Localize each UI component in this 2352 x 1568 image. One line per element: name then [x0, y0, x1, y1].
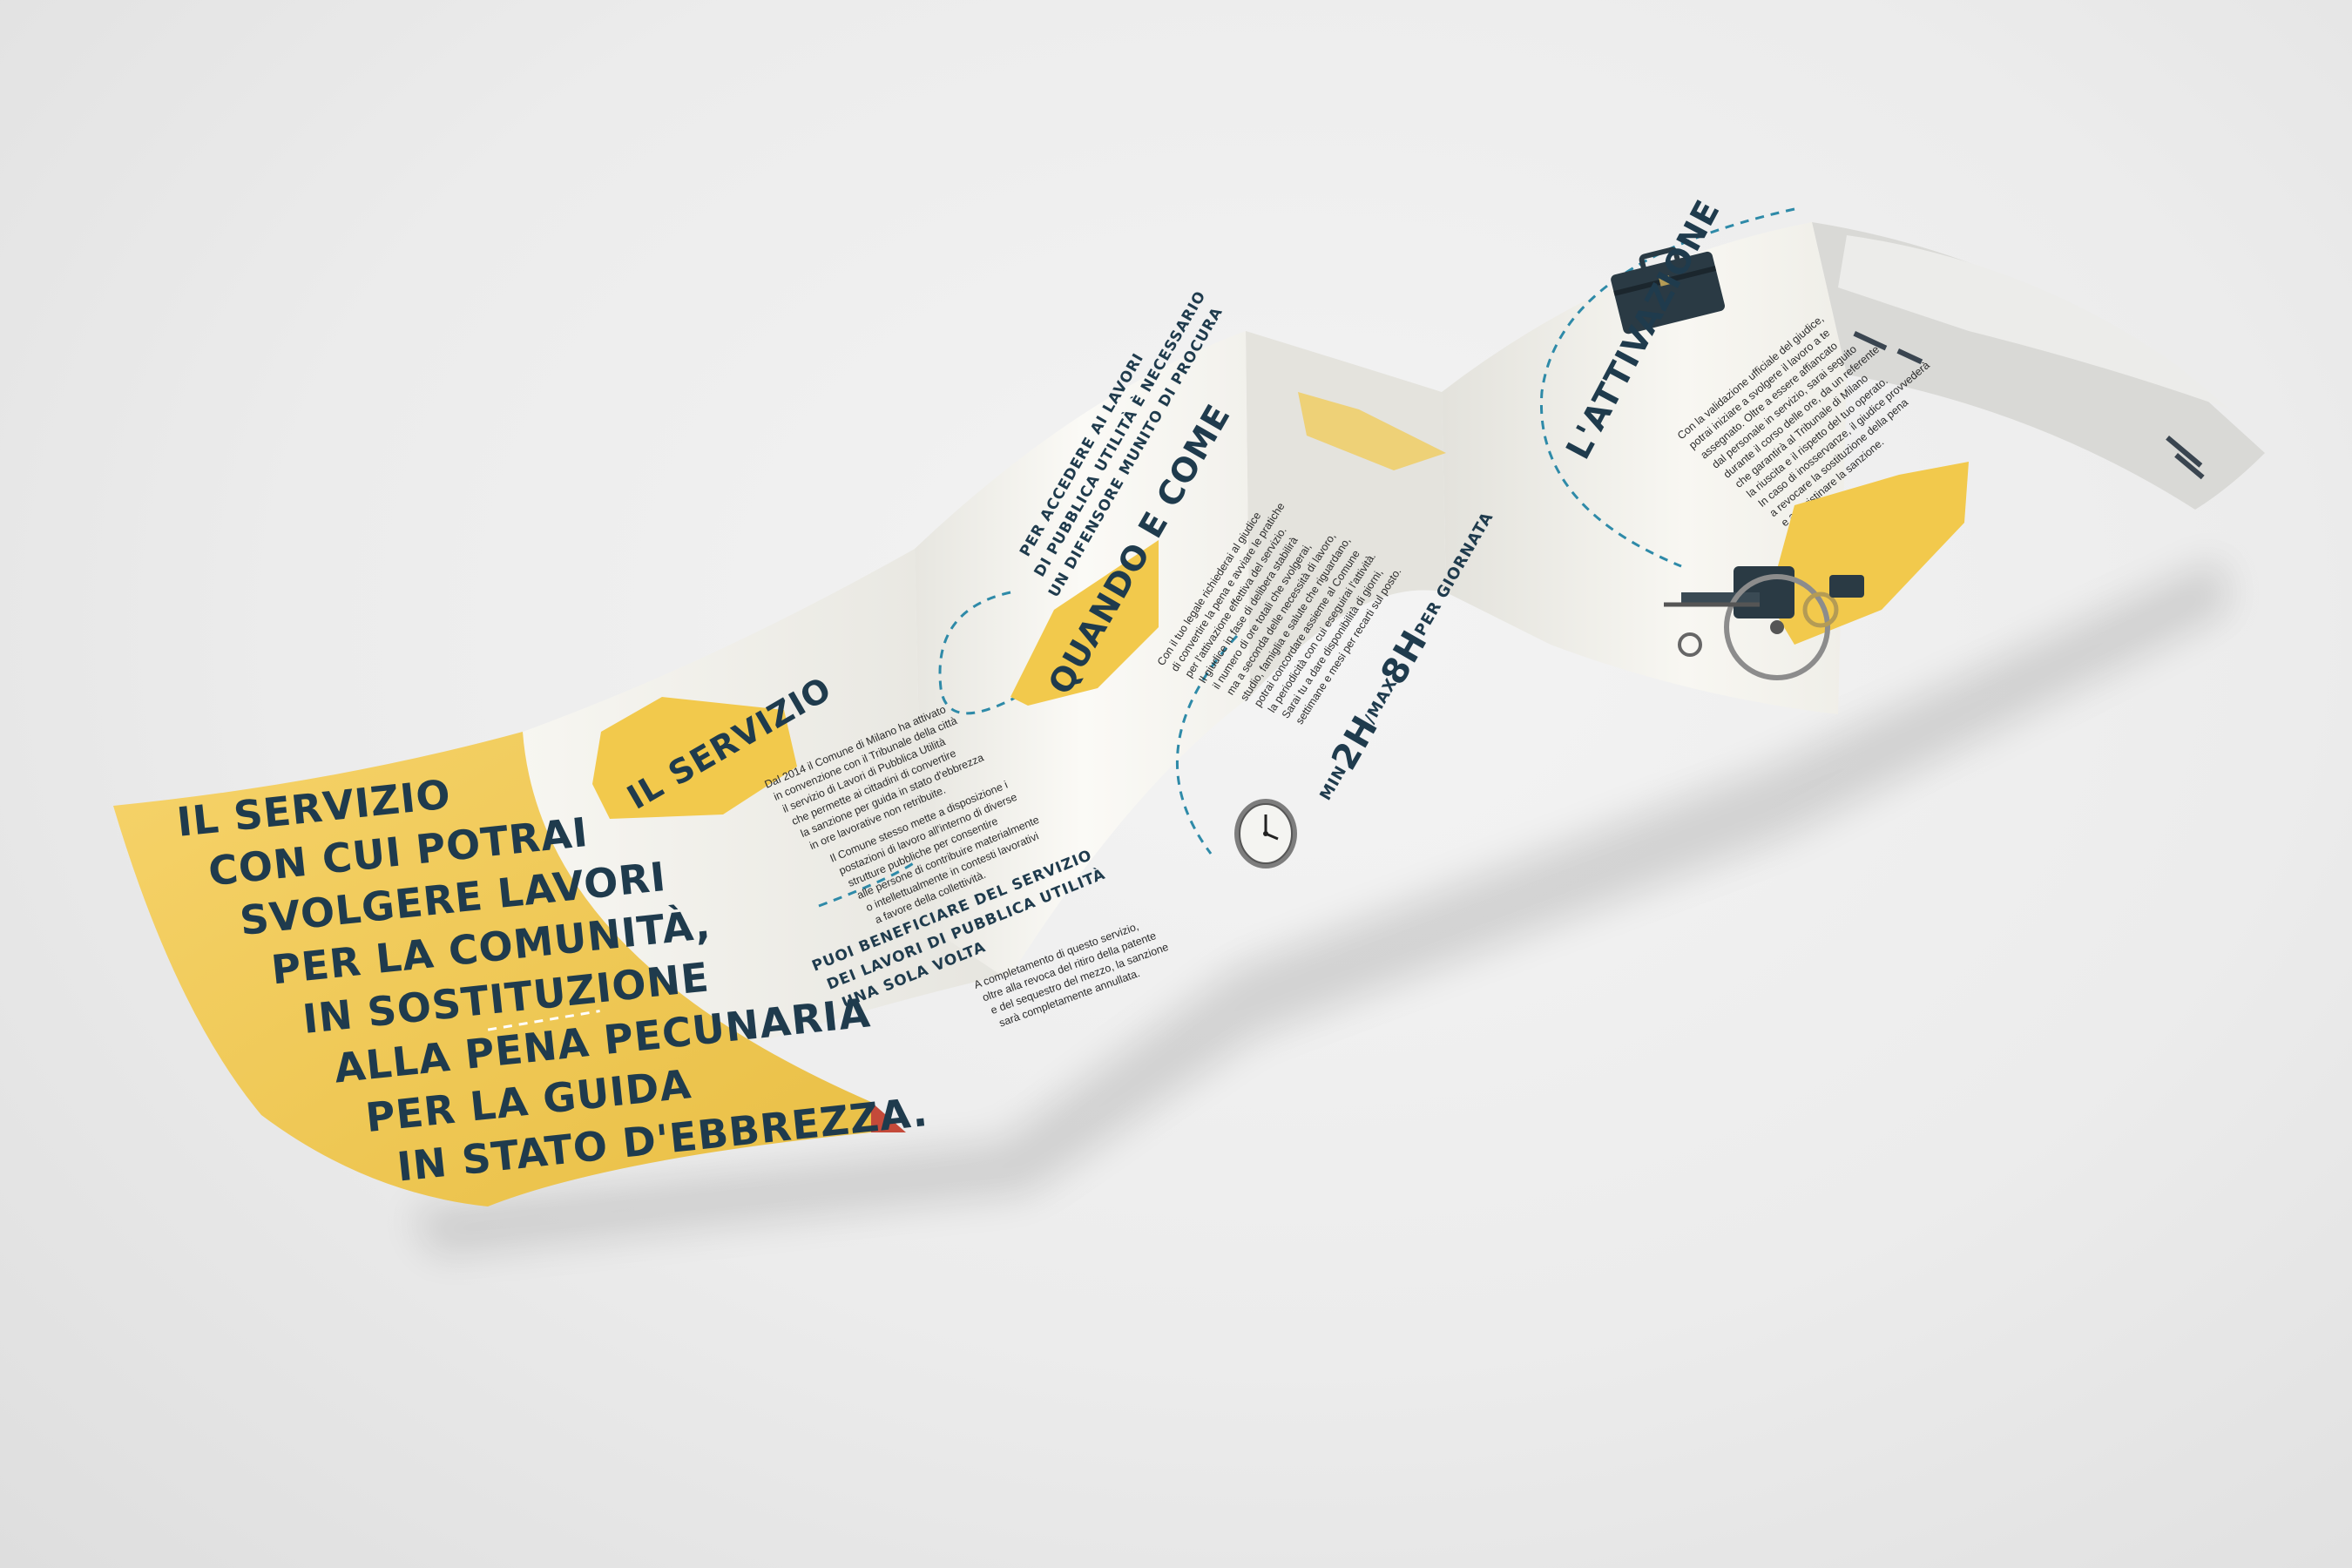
clock-icon — [1234, 799, 1297, 868]
brochure-photo: IL SERVIZIO CON CUI POTRAI SVOLGERE LAVO… — [113, 193, 2265, 1254]
